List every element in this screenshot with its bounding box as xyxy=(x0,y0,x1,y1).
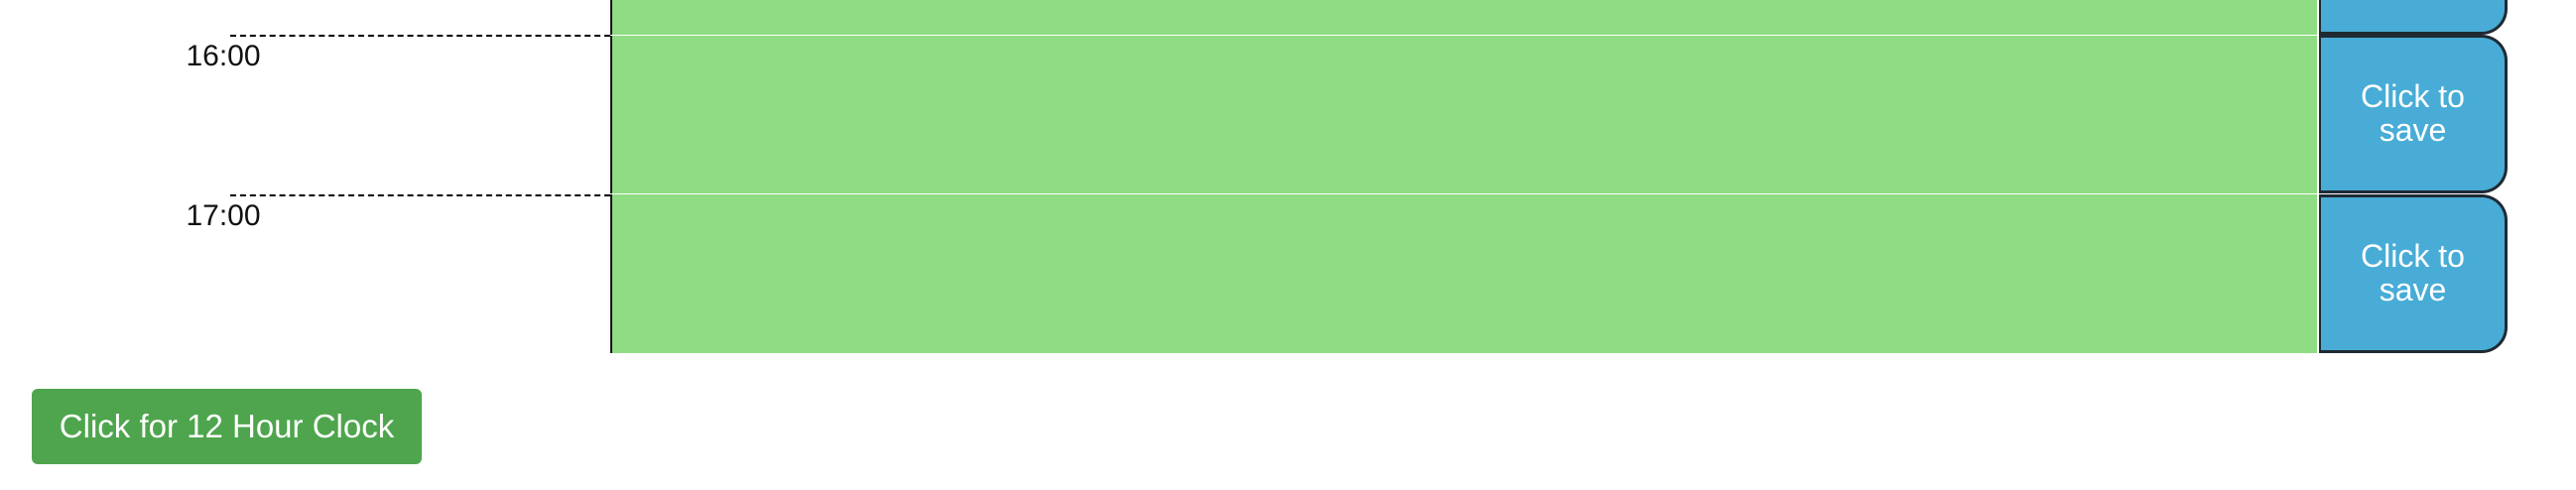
time-block-17: 17:00 Click to save xyxy=(0,194,2576,353)
save-button[interactable]: Click to save xyxy=(2319,35,2508,193)
time-block-partial xyxy=(0,0,2576,35)
row-divider xyxy=(610,35,2317,36)
hour-cell xyxy=(230,0,610,35)
clock-format-toggle-label: Click for 12 Hour Clock xyxy=(59,408,395,444)
save-button-label: Click to save xyxy=(2361,78,2465,148)
event-textarea[interactable] xyxy=(610,0,2317,35)
save-button[interactable] xyxy=(2319,0,2508,35)
save-button[interactable]: Click to save xyxy=(2319,194,2508,353)
hour-label: 17:00 xyxy=(186,199,261,232)
time-block-16: 16:00 Click to save xyxy=(0,35,2576,193)
hour-label: 16:00 xyxy=(186,40,261,72)
save-button-label: Click to save xyxy=(2361,238,2465,307)
event-textarea[interactable] xyxy=(610,35,2317,193)
event-textarea[interactable] xyxy=(610,194,2317,353)
clock-format-toggle-button[interactable]: Click for 12 Hour Clock xyxy=(32,389,422,464)
